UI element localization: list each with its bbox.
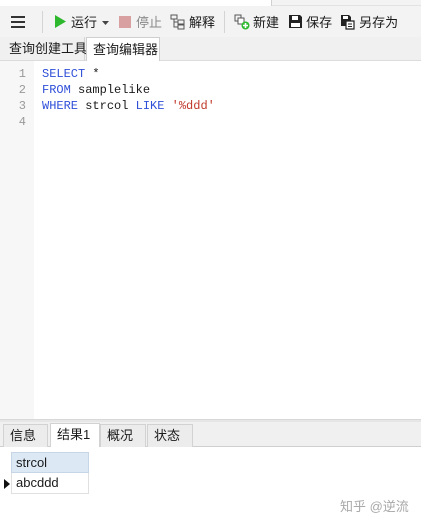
editor-tab-bar: 查询创建工具 查询编辑器 — [0, 37, 421, 62]
tab-result-1[interactable]: 结果1 — [50, 423, 100, 447]
new-button[interactable]: 新建 — [231, 9, 282, 35]
tab-query-builder[interactable]: 查询创建工具 — [3, 37, 87, 61]
play-icon — [52, 14, 68, 30]
menu-icon[interactable] — [0, 6, 36, 37]
code-text: FROM samplelike — [42, 82, 150, 98]
line-number: 3 — [18, 99, 26, 113]
column-header-strcol[interactable]: strcol — [11, 452, 89, 473]
sql-string: '%ddd' — [171, 99, 215, 113]
save-as-label: 另存为 — [359, 15, 399, 30]
sql-keyword: FROM — [42, 83, 71, 97]
run-dropdown-icon[interactable] — [102, 14, 110, 29]
line-number: 2 — [18, 83, 26, 97]
explain-button[interactable]: 解释 — [167, 9, 218, 35]
new-label: 新建 — [253, 15, 280, 30]
code-text: SELECT * — [42, 66, 100, 82]
run-label: 运行 — [71, 15, 98, 30]
toolbar: 运行 停止 解释 新建 保存 另存为 — [0, 6, 421, 37]
tab-overview[interactable]: 概况 — [100, 424, 146, 447]
explain-label: 解释 — [189, 15, 216, 30]
watermark: 知乎 @逆流 — [340, 499, 409, 514]
save-icon — [287, 14, 303, 30]
sql-text: samplelike — [70, 83, 151, 97]
toolbar-separator — [42, 10, 43, 33]
line-number: 1 — [18, 67, 26, 81]
stop-icon — [117, 14, 133, 30]
result-tab-bar: 信息 结果1 概况 状态 — [0, 422, 421, 447]
save-label: 保存 — [306, 15, 333, 30]
table-cell[interactable]: abcddd — [11, 473, 89, 494]
line-number: 4 — [18, 115, 26, 129]
sql-keyword: WHERE — [42, 99, 79, 113]
tab-info[interactable]: 信息 — [3, 424, 48, 447]
sql-text: * — [85, 67, 100, 81]
sql-text: strcol — [78, 99, 136, 113]
sql-editor[interactable]: 1 SELECT * 2 FROM samplelike 3 WHERE str… — [0, 61, 421, 419]
code-text: WHERE strcol LIKE '%ddd' — [42, 98, 215, 114]
save-as-button[interactable]: 另存为 — [337, 9, 401, 35]
sql-keyword: SELECT — [42, 67, 86, 81]
new-query-icon — [234, 14, 250, 30]
explain-icon — [170, 14, 186, 30]
tab-status[interactable]: 状态 — [147, 424, 193, 447]
tab-query-editor[interactable]: 查询编辑器 — [86, 37, 160, 62]
sql-keyword: LIKE — [135, 99, 165, 113]
save-as-icon — [340, 14, 356, 30]
stop-button[interactable]: 停止 — [114, 9, 165, 35]
save-button[interactable]: 保存 — [284, 9, 335, 35]
run-button[interactable]: 运行 — [49, 9, 112, 35]
current-row-indicator-icon — [4, 479, 10, 489]
toolbar-separator — [224, 10, 226, 33]
stop-label: 停止 — [136, 15, 163, 30]
